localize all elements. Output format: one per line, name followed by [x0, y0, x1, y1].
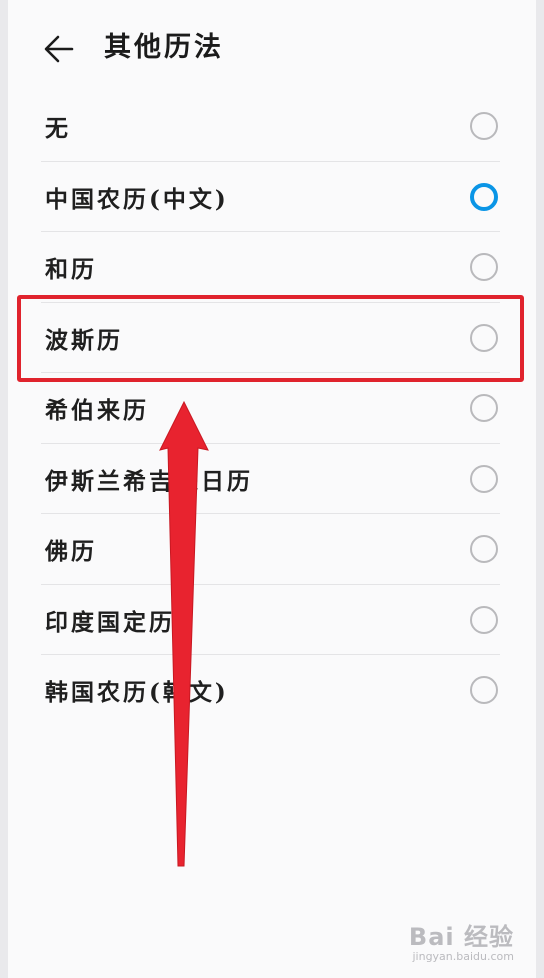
watermark: Bai 经验 jingyan.baidu.com: [409, 924, 514, 964]
radio-button[interactable]: [470, 535, 498, 564]
calendar-option-none[interactable]: 无: [8, 91, 536, 162]
radio-button[interactable]: [470, 112, 498, 141]
option-label: 伊斯兰希吉来日历: [45, 467, 253, 495]
option-label: 印度国定历: [45, 608, 175, 636]
calendar-option-indian-national[interactable]: 印度国定历: [8, 585, 536, 655]
radio-button[interactable]: [470, 394, 498, 423]
calendar-option-chinese-lunar[interactable]: 中国农历(中文): [8, 162, 536, 232]
radio-button[interactable]: [470, 605, 498, 634]
watermark-logo: Bai 经验: [408, 923, 514, 951]
option-label: 中国农历(中文): [45, 185, 229, 213]
header: 其他历法: [8, 0, 536, 96]
option-label: 波斯历: [45, 326, 123, 354]
option-label: 和历: [45, 256, 97, 284]
calendar-option-islamic[interactable]: 伊斯兰希吉来日历: [8, 444, 536, 514]
radio-button[interactable]: [470, 464, 498, 493]
calendar-list: 无 中国农历(中文) 和历 波斯历 希伯来历 伊斯兰希吉来日历 佛历 印度国定历…: [8, 91, 536, 726]
page-title: 其他历法: [104, 32, 224, 63]
option-label: 韩国农历(韩文): [45, 679, 229, 707]
radio-button[interactable]: [470, 676, 498, 705]
calendar-option-buddhist[interactable]: 佛历: [8, 514, 536, 585]
watermark-url: jingyan.baidu.com: [412, 950, 514, 963]
arrow-left-icon: [44, 35, 74, 63]
radio-button[interactable]: [470, 253, 498, 282]
radio-button-selected[interactable]: [470, 182, 498, 211]
radio-button[interactable]: [470, 323, 498, 352]
option-label: 希伯来历: [45, 397, 149, 425]
option-label: 无: [45, 115, 71, 143]
back-button[interactable]: [42, 32, 76, 66]
calendar-option-hebrew[interactable]: 希伯来历: [8, 373, 536, 444]
calendar-option-japanese[interactable]: 和历: [8, 232, 536, 303]
calendar-option-persian[interactable]: 波斯历: [8, 303, 536, 373]
settings-screen: 其他历法 无 中国农历(中文) 和历 波斯历 希伯来历 伊斯兰希吉来日历 佛历 …: [8, 0, 536, 978]
calendar-option-korean-lunar[interactable]: 韩国农历(韩文): [8, 655, 536, 726]
option-label: 佛历: [45, 538, 97, 566]
